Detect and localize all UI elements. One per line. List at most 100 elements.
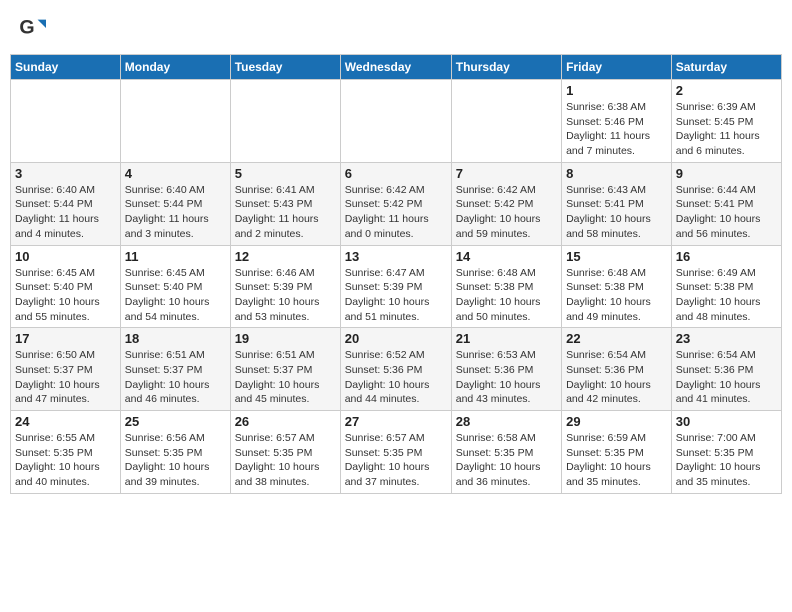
calendar-cell: 26 Sunrise: 6:57 AMSunset: 5:35 PMDayligh… — [230, 411, 340, 494]
day-number: 28 — [456, 414, 557, 429]
day-info: Sunrise: 6:57 AMSunset: 5:35 PMDaylight:… — [345, 431, 447, 490]
calendar-cell: 3 Sunrise: 6:40 AMSunset: 5:44 PMDaylight… — [11, 162, 121, 245]
day-info: Sunrise: 6:54 AMSunset: 5:36 PMDaylight:… — [566, 348, 667, 407]
day-number: 29 — [566, 414, 667, 429]
day-info: Sunrise: 6:53 AMSunset: 5:36 PMDaylight:… — [456, 348, 557, 407]
day-number: 24 — [15, 414, 116, 429]
calendar-cell: 24 Sunrise: 6:55 AMSunset: 5:35 PMDayligh… — [11, 411, 121, 494]
day-number: 11 — [125, 249, 226, 264]
calendar-week-1: 1 Sunrise: 6:38 AMSunset: 5:46 PMDaylight… — [11, 80, 782, 163]
day-number: 3 — [15, 166, 116, 181]
day-info: Sunrise: 6:45 AMSunset: 5:40 PMDaylight:… — [125, 266, 226, 325]
day-number: 21 — [456, 331, 557, 346]
calendar-cell: 17Sunrise: 6:50 AMSunset: 5:37 PMDayligh… — [11, 328, 121, 411]
day-info: Sunrise: 6:48 AMSunset: 5:38 PMDaylight:… — [566, 266, 667, 325]
day-number: 13 — [345, 249, 447, 264]
day-number: 15 — [566, 249, 667, 264]
calendar-cell: 20Sunrise: 6:52 AMSunset: 5:36 PMDayligh… — [340, 328, 451, 411]
day-info: Sunrise: 6:49 AMSunset: 5:38 PMDaylight:… — [676, 266, 777, 325]
day-info: Sunrise: 6:51 AMSunset: 5:37 PMDaylight:… — [125, 348, 226, 407]
day-info: Sunrise: 6:42 AMSunset: 5:42 PMDaylight:… — [345, 183, 447, 242]
day-number: 12 — [235, 249, 336, 264]
day-number: 6 — [345, 166, 447, 181]
calendar-cell: 5 Sunrise: 6:41 AMSunset: 5:43 PMDaylight… — [230, 162, 340, 245]
calendar-cell: 10Sunrise: 6:45 AMSunset: 5:40 PMDayligh… — [11, 245, 121, 328]
day-info: Sunrise: 6:43 AMSunset: 5:41 PMDaylight:… — [566, 183, 667, 242]
day-number: 8 — [566, 166, 667, 181]
day-number: 30 — [676, 414, 777, 429]
calendar-cell — [451, 80, 561, 163]
logo-icon: G — [18, 14, 46, 42]
day-number: 9 — [676, 166, 777, 181]
calendar-cell: 12 Sunrise: 6:46 AMSunset: 5:39 PMDayligh… — [230, 245, 340, 328]
day-info: Sunrise: 6:47 AMSunset: 5:39 PMDaylight:… — [345, 266, 447, 325]
calendar-cell: 4 Sunrise: 6:40 AMSunset: 5:44 PMDaylight… — [120, 162, 230, 245]
calendar-week-5: 24 Sunrise: 6:55 AMSunset: 5:35 PMDayligh… — [11, 411, 782, 494]
calendar-cell: 6 Sunrise: 6:42 AMSunset: 5:42 PMDaylight… — [340, 162, 451, 245]
weekday-header-thursday: Thursday — [451, 55, 561, 80]
calendar-cell: 21 Sunrise: 6:53 AMSunset: 5:36 PMDayligh… — [451, 328, 561, 411]
calendar-cell: 14 Sunrise: 6:48 AMSunset: 5:38 PMDayligh… — [451, 245, 561, 328]
day-number: 4 — [125, 166, 226, 181]
calendar-cell: 15 Sunrise: 6:48 AMSunset: 5:38 PMDayligh… — [562, 245, 672, 328]
day-number: 10 — [15, 249, 116, 264]
day-info: Sunrise: 6:57 AMSunset: 5:35 PMDaylight:… — [235, 431, 336, 490]
day-info: Sunrise: 6:55 AMSunset: 5:35 PMDaylight:… — [15, 431, 116, 490]
weekday-header-sunday: Sunday — [11, 55, 121, 80]
calendar-cell: 16 Sunrise: 6:49 AMSunset: 5:38 PMDayligh… — [671, 245, 781, 328]
day-info: Sunrise: 6:41 AMSunset: 5:43 PMDaylight:… — [235, 183, 336, 242]
day-info: Sunrise: 6:46 AMSunset: 5:39 PMDaylight:… — [235, 266, 336, 325]
weekday-header-monday: Monday — [120, 55, 230, 80]
svg-text:G: G — [19, 17, 34, 39]
calendar-cell — [11, 80, 121, 163]
calendar-cell: 9Sunrise: 6:44 AMSunset: 5:41 PMDaylight… — [671, 162, 781, 245]
day-number: 5 — [235, 166, 336, 181]
day-number: 26 — [235, 414, 336, 429]
calendar-cell — [340, 80, 451, 163]
day-info: Sunrise: 6:42 AMSunset: 5:42 PMDaylight:… — [456, 183, 557, 242]
day-number: 19 — [235, 331, 336, 346]
calendar-cell: 29 Sunrise: 6:59 AMSunset: 5:35 PMDayligh… — [562, 411, 672, 494]
day-info: Sunrise: 6:38 AMSunset: 5:46 PMDaylight:… — [566, 100, 667, 159]
day-number: 18 — [125, 331, 226, 346]
calendar-cell: 28 Sunrise: 6:58 AMSunset: 5:35 PMDayligh… — [451, 411, 561, 494]
day-info: Sunrise: 6:50 AMSunset: 5:37 PMDaylight:… — [15, 348, 116, 407]
weekday-header-saturday: Saturday — [671, 55, 781, 80]
calendar-cell: 19Sunrise: 6:51 AMSunset: 5:37 PMDayligh… — [230, 328, 340, 411]
day-number: 20 — [345, 331, 447, 346]
calendar-cell: 2 Sunrise: 6:39 AMSunset: 5:45 PMDaylight… — [671, 80, 781, 163]
calendar-cell: 22Sunrise: 6:54 AMSunset: 5:36 PMDayligh… — [562, 328, 672, 411]
weekday-header-tuesday: Tuesday — [230, 55, 340, 80]
day-info: Sunrise: 6:56 AMSunset: 5:35 PMDaylight:… — [125, 431, 226, 490]
day-info: Sunrise: 6:54 AMSunset: 5:36 PMDaylight:… — [676, 348, 777, 407]
calendar-cell: 11 Sunrise: 6:45 AMSunset: 5:40 PMDayligh… — [120, 245, 230, 328]
day-info: Sunrise: 6:59 AMSunset: 5:35 PMDaylight:… — [566, 431, 667, 490]
calendar-cell — [120, 80, 230, 163]
day-number: 16 — [676, 249, 777, 264]
day-info: Sunrise: 6:40 AMSunset: 5:44 PMDaylight:… — [15, 183, 116, 242]
day-number: 25 — [125, 414, 226, 429]
page-header: G — [10, 10, 782, 46]
calendar-cell: 13 Sunrise: 6:47 AMSunset: 5:39 PMDayligh… — [340, 245, 451, 328]
calendar-cell — [230, 80, 340, 163]
calendar-table: SundayMondayTuesdayWednesdayThursdayFrid… — [10, 54, 782, 494]
logo: G — [18, 14, 48, 42]
day-number: 2 — [676, 83, 777, 98]
day-number: 23 — [676, 331, 777, 346]
calendar-week-3: 10 Sunrise: 6:45 AMSunset: 5:40 PMDayligh… — [11, 245, 782, 328]
calendar-week-2: 3 Sunrise: 6:40 AMSunset: 5:44 PMDaylight… — [11, 162, 782, 245]
day-number: 1 — [566, 83, 667, 98]
calendar-cell: 30 Sunrise: 7:00 AMSunset: 5:35 PMDayligh… — [671, 411, 781, 494]
day-number: 7 — [456, 166, 557, 181]
day-info: Sunrise: 7:00 AMSunset: 5:35 PMDaylight:… — [676, 431, 777, 490]
day-info: Sunrise: 6:48 AMSunset: 5:38 PMDaylight:… — [456, 266, 557, 325]
weekday-header-wednesday: Wednesday — [340, 55, 451, 80]
day-info: Sunrise: 6:39 AMSunset: 5:45 PMDaylight:… — [676, 100, 777, 159]
calendar-cell: 8 Sunrise: 6:43 AMSunset: 5:41 PMDaylight… — [562, 162, 672, 245]
day-number: 14 — [456, 249, 557, 264]
calendar-week-4: 17Sunrise: 6:50 AMSunset: 5:37 PMDayligh… — [11, 328, 782, 411]
day-info: Sunrise: 6:58 AMSunset: 5:35 PMDaylight:… — [456, 431, 557, 490]
calendar-cell: 27Sunrise: 6:57 AMSunset: 5:35 PMDayligh… — [340, 411, 451, 494]
calendar-cell: 23 Sunrise: 6:54 AMSunset: 5:36 PMDayligh… — [671, 328, 781, 411]
day-info: Sunrise: 6:40 AMSunset: 5:44 PMDaylight:… — [125, 183, 226, 242]
